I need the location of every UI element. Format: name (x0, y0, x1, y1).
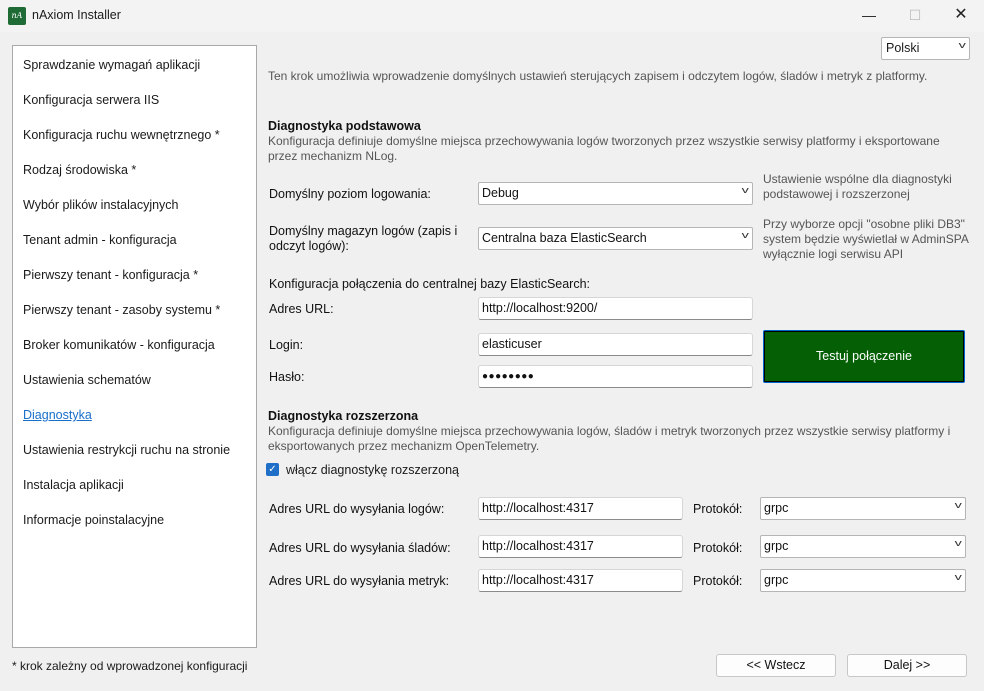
logs-protocol-label: Protokół: (693, 502, 743, 516)
enable-extended-checkbox[interactable]: ✓ (266, 463, 279, 476)
maximize-button[interactable]: ☐ (892, 0, 938, 32)
window-title: nAxiom Installer (32, 8, 121, 22)
chevron-down-icon: v (741, 185, 749, 195)
sidebar-item-diagnostics[interactable]: Diagnostyka (23, 408, 92, 422)
logs-protocol-value: grpc (764, 501, 789, 515)
sidebar-item-first-tenant-config[interactable]: Pierwszy tenant - konfiguracja * (23, 268, 198, 282)
extended-section-description: Konfiguracja definiuje domyślne miejsca … (268, 424, 951, 453)
intro-text: Ten krok umożliwia wprowadzenie domyślny… (268, 69, 928, 83)
metrics-url-label: Adres URL do wysyłania metryk: (269, 574, 450, 588)
sidebar-item-installation[interactable]: Instalacja aplikacji (23, 478, 124, 492)
basic-section-description: Konfiguracja definiuje domyślne miejsca … (268, 134, 940, 163)
password-label: Hasło: (269, 370, 305, 384)
extended-section-title: Diagnostyka rozszerzona (268, 409, 419, 423)
sidebar-item-iis[interactable]: Konfiguracja serwera IIS (23, 93, 159, 107)
login-label: Login: (269, 338, 304, 352)
next-button[interactable]: Dalej >> (847, 654, 967, 677)
chevron-down-icon: v (954, 500, 962, 510)
log-store-label: Domyślny magazyn logów (zapis i odczyt l… (269, 224, 458, 253)
sidebar-item-environment[interactable]: Rodzaj środowiska * (23, 163, 136, 177)
log-store-select[interactable]: Centralna baza ElasticSearch v (478, 227, 753, 250)
sidebar-item-schemas[interactable]: Ustawienia schematów (23, 373, 151, 387)
password-input[interactable]: ●●●●●●●● (478, 365, 753, 388)
app-logo-icon: nA (8, 7, 26, 25)
sidebar-item-broker[interactable]: Broker komunikatów - konfiguracja (23, 338, 215, 352)
traces-protocol-select[interactable]: grpc v (760, 535, 966, 558)
language-value: Polski (886, 41, 920, 55)
title-bar: nA nAxiom Installer — ☐ ✕ (0, 0, 984, 32)
close-button[interactable]: ✕ (938, 0, 984, 32)
steps-sidebar: Sprawdzanie wymagań aplikacji Konfigurac… (12, 45, 257, 648)
footnote: * krok zależny od wprowadzonej konfigura… (12, 659, 248, 673)
sidebar-item-first-tenant-resources[interactable]: Pierwszy tenant - zasoby systemu * (23, 303, 220, 317)
log-store-value: Centralna baza ElasticSearch (482, 231, 647, 245)
chevron-down-icon: v (954, 538, 962, 548)
enable-extended-label[interactable]: włącz diagnostykę rozszerzoną (286, 463, 459, 477)
minimize-button[interactable]: — (846, 0, 892, 32)
sidebar-item-install-files[interactable]: Wybór plików instalacyjnych (23, 198, 179, 212)
log-level-value: Debug (482, 186, 519, 200)
elasticsearch-url-input[interactable]: http://localhost:9200/ (478, 297, 753, 320)
sidebar-item-tenant-admin[interactable]: Tenant admin - konfiguracja (23, 233, 177, 247)
metrics-protocol-select[interactable]: grpc v (760, 569, 966, 592)
sidebar-item-post-install-info[interactable]: Informacje poinstalacyjne (23, 513, 164, 527)
chevron-down-icon: v (954, 572, 962, 582)
sidebar-item-internal-traffic[interactable]: Konfiguracja ruchu wewnętrznego * (23, 128, 220, 142)
metrics-protocol-label: Protokół: (693, 574, 743, 588)
metrics-protocol-value: grpc (764, 573, 789, 587)
log-level-select[interactable]: Debug v (478, 182, 753, 205)
url-label: Adres URL: (269, 302, 334, 316)
chevron-down-icon: v (741, 230, 749, 240)
sidebar-item-traffic-restrictions[interactable]: Ustawienia restrykcji ruchu na stronie (23, 443, 230, 457)
traces-url-input[interactable]: http://localhost:4317 (478, 535, 683, 558)
logs-url-label: Adres URL do wysyłania logów: (269, 502, 445, 516)
login-input[interactable]: elasticuser (478, 333, 753, 356)
elasticsearch-header: Konfiguracja połączenia do centralnej ba… (269, 277, 591, 291)
logs-protocol-select[interactable]: grpc v (760, 497, 966, 520)
basic-section-title: Diagnostyka podstawowa (268, 119, 421, 133)
traces-url-label: Adres URL do wysyłania śladów: (269, 541, 451, 555)
metrics-url-input[interactable]: http://localhost:4317 (478, 569, 683, 592)
log-store-note: Przy wyborze opcji "osobne pliki DB3" sy… (763, 217, 969, 261)
back-button[interactable]: << Wstecz (716, 654, 836, 677)
test-connection-button[interactable]: Testuj połączenie (763, 330, 965, 383)
log-level-note: Ustawienie wspólne dla diagnostyki podst… (763, 172, 952, 201)
logs-url-input[interactable]: http://localhost:4317 (478, 497, 683, 520)
traces-protocol-label: Protokół: (693, 541, 743, 555)
sidebar-item-requirements[interactable]: Sprawdzanie wymagań aplikacji (23, 58, 200, 72)
traces-protocol-value: grpc (764, 539, 789, 553)
log-level-label: Domyślny poziom logowania: (269, 187, 431, 201)
chevron-down-icon: v (958, 40, 966, 50)
language-select[interactable]: Polski v (881, 37, 970, 60)
